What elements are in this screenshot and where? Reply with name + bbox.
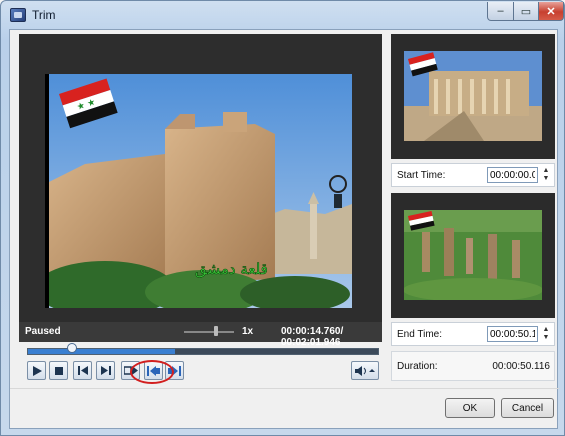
end-frame-preview <box>391 193 555 318</box>
time-readout: 00:00:14.760/ 00:02:01.946 <box>281 326 344 348</box>
duration-label: Duration: <box>397 361 438 372</box>
video-caption: قلعة دمشق <box>195 260 268 278</box>
stop-button[interactable] <box>49 361 68 380</box>
speed-slider-thumb[interactable] <box>214 326 218 336</box>
trim-window: Trim – ▭ ✕ ★ ★ قلعة دمشق Paused 1x 00:00… <box>0 0 565 436</box>
seek-bar[interactable] <box>27 348 379 355</box>
volume-button[interactable] <box>351 361 379 380</box>
ok-button[interactable]: OK <box>445 398 495 418</box>
video-frame: ★ ★ قلعة دمشق <box>19 34 382 334</box>
annotation-highlight <box>130 360 174 384</box>
start-time-row: Start Time: ▲▼ <box>391 163 555 187</box>
minimize-button[interactable]: – <box>487 2 514 21</box>
app-icon <box>10 8 26 22</box>
video-image: ★ ★ قلعة دمشق <box>45 74 352 308</box>
cancel-button[interactable]: Cancel <box>501 398 554 418</box>
window-title: Trim <box>32 8 56 22</box>
prev-frame-icon <box>77 366 88 375</box>
start-time-spinner[interactable]: ▲ ▼ <box>541 167 551 183</box>
play-icon <box>32 365 42 376</box>
start-frame-image <box>404 51 542 141</box>
duration-row: Duration: 00:00:50.116 <box>391 351 555 381</box>
video-preview[interactable]: ★ ★ قلعة دمشق <box>45 74 352 308</box>
end-frame-image <box>404 210 542 300</box>
video-player: ★ ★ قلعة دمشق <box>19 34 382 341</box>
end-time-row: End Time: ▲▼ <box>391 322 555 346</box>
playback-status: Paused <box>25 326 61 337</box>
playback-controls <box>27 361 379 383</box>
seek-thumb[interactable] <box>67 343 77 353</box>
next-frame-icon <box>100 366 111 375</box>
player-info-bar: Paused 1x 00:00:14.760/ 00:02:01.946 <box>19 322 382 348</box>
end-time-input[interactable] <box>487 326 538 342</box>
speed-slider[interactable] <box>184 331 234 333</box>
close-button[interactable]: ✕ <box>538 2 564 21</box>
footer-divider <box>10 388 559 389</box>
play-button[interactable] <box>27 361 46 380</box>
maximize-button[interactable]: ▭ <box>513 2 539 21</box>
start-time-input[interactable] <box>487 167 538 183</box>
duration-value: 00:00:50.116 <box>492 361 550 372</box>
end-time-label: End Time: <box>397 329 443 340</box>
title-bar: Trim – ▭ ✕ <box>1 1 565 29</box>
seek-progress <box>28 349 175 354</box>
start-time-label: Start Time: <box>397 170 446 181</box>
next-frame-button[interactable] <box>96 361 115 380</box>
start-frame-preview <box>391 34 555 159</box>
speed-value: 1x <box>242 326 254 337</box>
end-time-spinner[interactable]: ▲ ▼ <box>541 326 551 342</box>
stop-icon <box>54 366 63 375</box>
dialog-body: ★ ★ قلعة دمشق Paused 1x 00:00:14.760/ 00… <box>9 29 559 429</box>
previous-frame-button[interactable] <box>73 361 92 380</box>
volume-icon <box>355 365 375 376</box>
